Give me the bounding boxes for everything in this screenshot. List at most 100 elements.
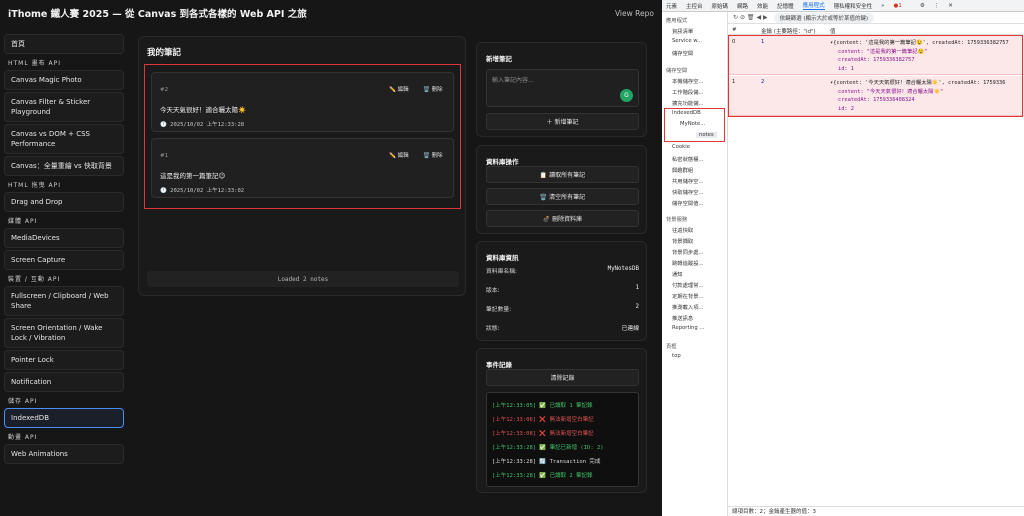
viewer-status: 總項目數：2；金鑰產生器的值：3 xyxy=(728,506,1024,516)
tab-privacy-security[interactable]: 隱私權和安全性 xyxy=(834,2,873,10)
db-info-title: 資料庫資訊 xyxy=(486,254,519,262)
tab-console[interactable]: 主控台 xyxy=(686,2,703,10)
tree-item-top-frame[interactable]: top xyxy=(672,353,681,359)
close-icon[interactable]: ✕ xyxy=(948,3,953,9)
refresh-icon[interactable]: ↻ xyxy=(733,14,738,21)
sidebar-item-screen-capture[interactable]: Screen Capture xyxy=(4,250,124,270)
note-content-input[interactable]: 輸入筆記內容... G xyxy=(486,69,639,107)
tree-item-bg-fetch[interactable]: 背景擷取 xyxy=(672,237,693,245)
tree-item-notifications[interactable]: 通知 xyxy=(672,270,683,278)
sidebar-item-indexeddb[interactable]: IndexedDB xyxy=(4,408,124,428)
db-name-label: 資料庫名稱: xyxy=(486,269,517,275)
note-card: #2 ✏️ 編輯 🗑️ 刪除 今天天氣很好！適合曬太陽☀️ 🕐 2025/10/… xyxy=(151,72,454,132)
tree-item-push-messaging[interactable]: 推送訊息 xyxy=(672,314,693,322)
delete-icon[interactable]: 🗑 xyxy=(747,14,755,21)
sidebar-item-fullscreen[interactable]: Fullscreen / Clipboard / Web Share xyxy=(4,286,124,316)
view-repo-link[interactable]: View Repo xyxy=(615,9,654,18)
tree-item-private-state[interactable]: 私密狀態權... xyxy=(672,155,704,163)
tree-item-storage-buckets[interactable]: 儲存空間值... xyxy=(672,199,704,207)
edit-note-button[interactable]: ✏️ 編輯 xyxy=(386,149,412,161)
sidebar-item-canvas-redraw[interactable]: Canvas：全量重繪 vs 快取背景 xyxy=(4,156,124,176)
tree-section-background: 背景服務 xyxy=(666,217,688,223)
tree-item-storage[interactable]: 儲存空間 xyxy=(672,49,693,57)
note-timestamp: 🕐 2025/10/02 上午12:33:02 xyxy=(160,188,245,194)
note-id: #1 xyxy=(160,153,169,159)
db-status-value: 已連線 xyxy=(621,326,639,332)
error-count-badge[interactable]: ●1 xyxy=(894,3,911,9)
sidebar-section-drag: HTML 拖曳 API xyxy=(8,181,62,189)
sidebar-item-media-devices[interactable]: MediaDevices xyxy=(4,228,124,248)
log-entry: [上午12:33:28] 🔄 Transaction 完成 xyxy=(492,459,601,465)
note-id: #2 xyxy=(160,87,169,93)
sidebar-item-canvas-vs-dom[interactable]: Canvas vs DOM + CSS Performance xyxy=(4,124,124,154)
tree-item-manifest[interactable]: 資訊清單 xyxy=(672,27,693,35)
event-log-panel: 事件記錄 清除記錄 [上午12:33:05] ✅ 已讀取 1 筆記錄 [上午12… xyxy=(476,348,647,493)
sidebar-item-drag-and-drop[interactable]: Drag and Drop xyxy=(4,192,124,212)
gear-icon[interactable]: ⚙ xyxy=(920,3,925,9)
devtools-tabbar: 元素 主控台 原始碼 網路 效能 記憶體 應用程式 隱私權和安全性 » ●1 ⚙… xyxy=(662,0,1024,12)
delete-note-button[interactable]: 🗑️ 刪除 xyxy=(420,149,446,161)
clear-log-button[interactable]: 清除記錄 xyxy=(486,369,639,386)
sidebar-item-home[interactable]: 首頁 xyxy=(4,34,124,54)
tab-more[interactable]: » xyxy=(881,3,884,9)
tree-item-bfcache[interactable]: 往返快取 xyxy=(672,226,693,234)
tree-item-service-worker[interactable]: Service w... xyxy=(672,38,702,44)
tree-item-interest-groups[interactable]: 興趣群組 xyxy=(672,166,693,174)
db-version-value: 1 xyxy=(635,285,640,291)
key-filter-input[interactable]: 依鍵篩選 (顯示大於或等於某值的鍵) xyxy=(773,12,875,23)
tree-item-bg-sync[interactable]: 背景同步處... xyxy=(672,248,704,256)
tree-item-cache-storage[interactable]: 快取儲存空... xyxy=(672,188,704,196)
tree-item-local-storage[interactable]: 本機儲存空... xyxy=(672,77,704,85)
read-all-notes-button[interactable]: 📋 讀取所有筆記 xyxy=(486,166,639,183)
db-info-panel: 資料庫資訊 資料庫名稱: MyNotesDB 版本: 1 筆記數量: 2 狀態: 已連線 xyxy=(476,241,647,341)
more-options-icon[interactable]: ⋮ xyxy=(934,3,940,9)
sidebar-item-canvas-filter[interactable]: Canvas Filter & Sticker Playground xyxy=(4,92,124,122)
tree-item-cookie[interactable]: Cookie xyxy=(672,144,690,150)
tree-section-frames: 頁框 xyxy=(666,344,677,350)
add-note-button[interactable]: ＋ 新增筆記 xyxy=(486,113,639,130)
add-note-title: 新增筆記 xyxy=(486,55,512,63)
grammarly-icon[interactable]: G xyxy=(620,89,633,102)
clear-all-notes-button[interactable]: 🗑️ 清空所有筆記 xyxy=(486,188,639,205)
top-bar: iThome 鐵人賽 2025 — 從 Canvas 到各式各樣的 Web AP… xyxy=(0,0,662,26)
prev-page-icon[interactable]: ◀ xyxy=(756,14,761,21)
tree-item-session-storage[interactable]: 工作階段儲... xyxy=(672,88,704,96)
sidebar-item-canvas-magic-photo[interactable]: Canvas Magic Photo xyxy=(4,70,124,90)
tab-elements[interactable]: 元素 xyxy=(666,2,677,10)
col-value: 值 xyxy=(830,29,836,35)
tree-item-reporting[interactable]: Reporting ... xyxy=(672,325,705,331)
tree-item-payment-handler[interactable]: 付款處理常... xyxy=(672,281,704,289)
sidebar: 首頁 HTML 畫布 API Canvas Magic Photo Canvas… xyxy=(0,30,128,516)
notes-panel: 我的筆記 #2 ✏️ 編輯 🗑️ 刪除 今天天氣很好！適合曬太陽☀️ 🕐 202… xyxy=(138,36,466,296)
tab-memory[interactable]: 記憶體 xyxy=(777,2,794,10)
sidebar-item-orientation[interactable]: Screen Orientation / Wake Lock / Vibrati… xyxy=(4,318,124,348)
delete-note-button[interactable]: 🗑️ 刪除 xyxy=(420,83,446,95)
delete-database-button[interactable]: 💣 刪除資料庫 xyxy=(486,210,639,227)
sidebar-item-web-animations[interactable]: Web Animations xyxy=(4,444,124,464)
db-ops-panel: 資料庫操作 📋 讀取所有筆記 🗑️ 清空所有筆記 💣 刪除資料庫 xyxy=(476,145,647,234)
next-page-icon[interactable]: ▶ xyxy=(763,14,768,21)
loaded-status: Loaded 2 notes xyxy=(147,271,459,287)
log-entry: [上午12:33:28] ✅ 已讀取 2 筆記錄 xyxy=(492,473,593,479)
sidebar-item-notification[interactable]: Notification xyxy=(4,372,124,392)
db-name-row: 資料庫名稱: MyNotesDB xyxy=(486,266,639,275)
tree-item-speculative-loads[interactable]: 推測載入項... xyxy=(672,303,704,311)
indexeddb-viewer: ↻ ⊘ 🗑 ◀ ▶ 依鍵篩選 (顯示大於或等於某值的鍵) # 金鑰 (主要路徑：… xyxy=(728,12,1024,516)
tab-application[interactable]: 應用程式 xyxy=(802,1,825,10)
note-timestamp: 🕐 2025/10/02 上午12:33:28 xyxy=(160,122,245,128)
tree-item-extension-storage[interactable]: 擴充功能儲... xyxy=(672,99,704,107)
tree-section-app: 應用程式 xyxy=(666,18,688,24)
devtools-panel: 元素 主控台 原始碼 網路 效能 記憶體 應用程式 隱私權和安全性 » ●1 ⚙… xyxy=(662,0,1024,516)
tree-item-periodic-sync[interactable]: 定期在背景... xyxy=(672,292,704,300)
tab-performance[interactable]: 效能 xyxy=(757,2,768,10)
log-entry: [上午12:33:28] ✅ 筆記已新增 (ID: 2) xyxy=(492,445,604,451)
tab-network[interactable]: 網路 xyxy=(737,2,748,10)
sidebar-item-pointer-lock[interactable]: Pointer Lock xyxy=(4,350,124,370)
tree-item-shared-storage[interactable]: 共用儲存空... xyxy=(672,177,704,185)
tab-sources[interactable]: 原始碼 xyxy=(712,2,729,10)
note-card: #1 ✏️ 編輯 🗑️ 刪除 這是我的第一篇筆記😉 🕐 2025/10/02 上… xyxy=(151,138,454,198)
tree-item-bounce-tracking[interactable]: 跳轉追蹤設... xyxy=(672,259,704,267)
log-entry: [上午12:33:06] ❌ 無法新增空白筆記 xyxy=(492,417,594,423)
clear-icon[interactable]: ⊘ xyxy=(740,14,745,21)
edit-note-button[interactable]: ✏️ 編輯 xyxy=(386,83,412,95)
